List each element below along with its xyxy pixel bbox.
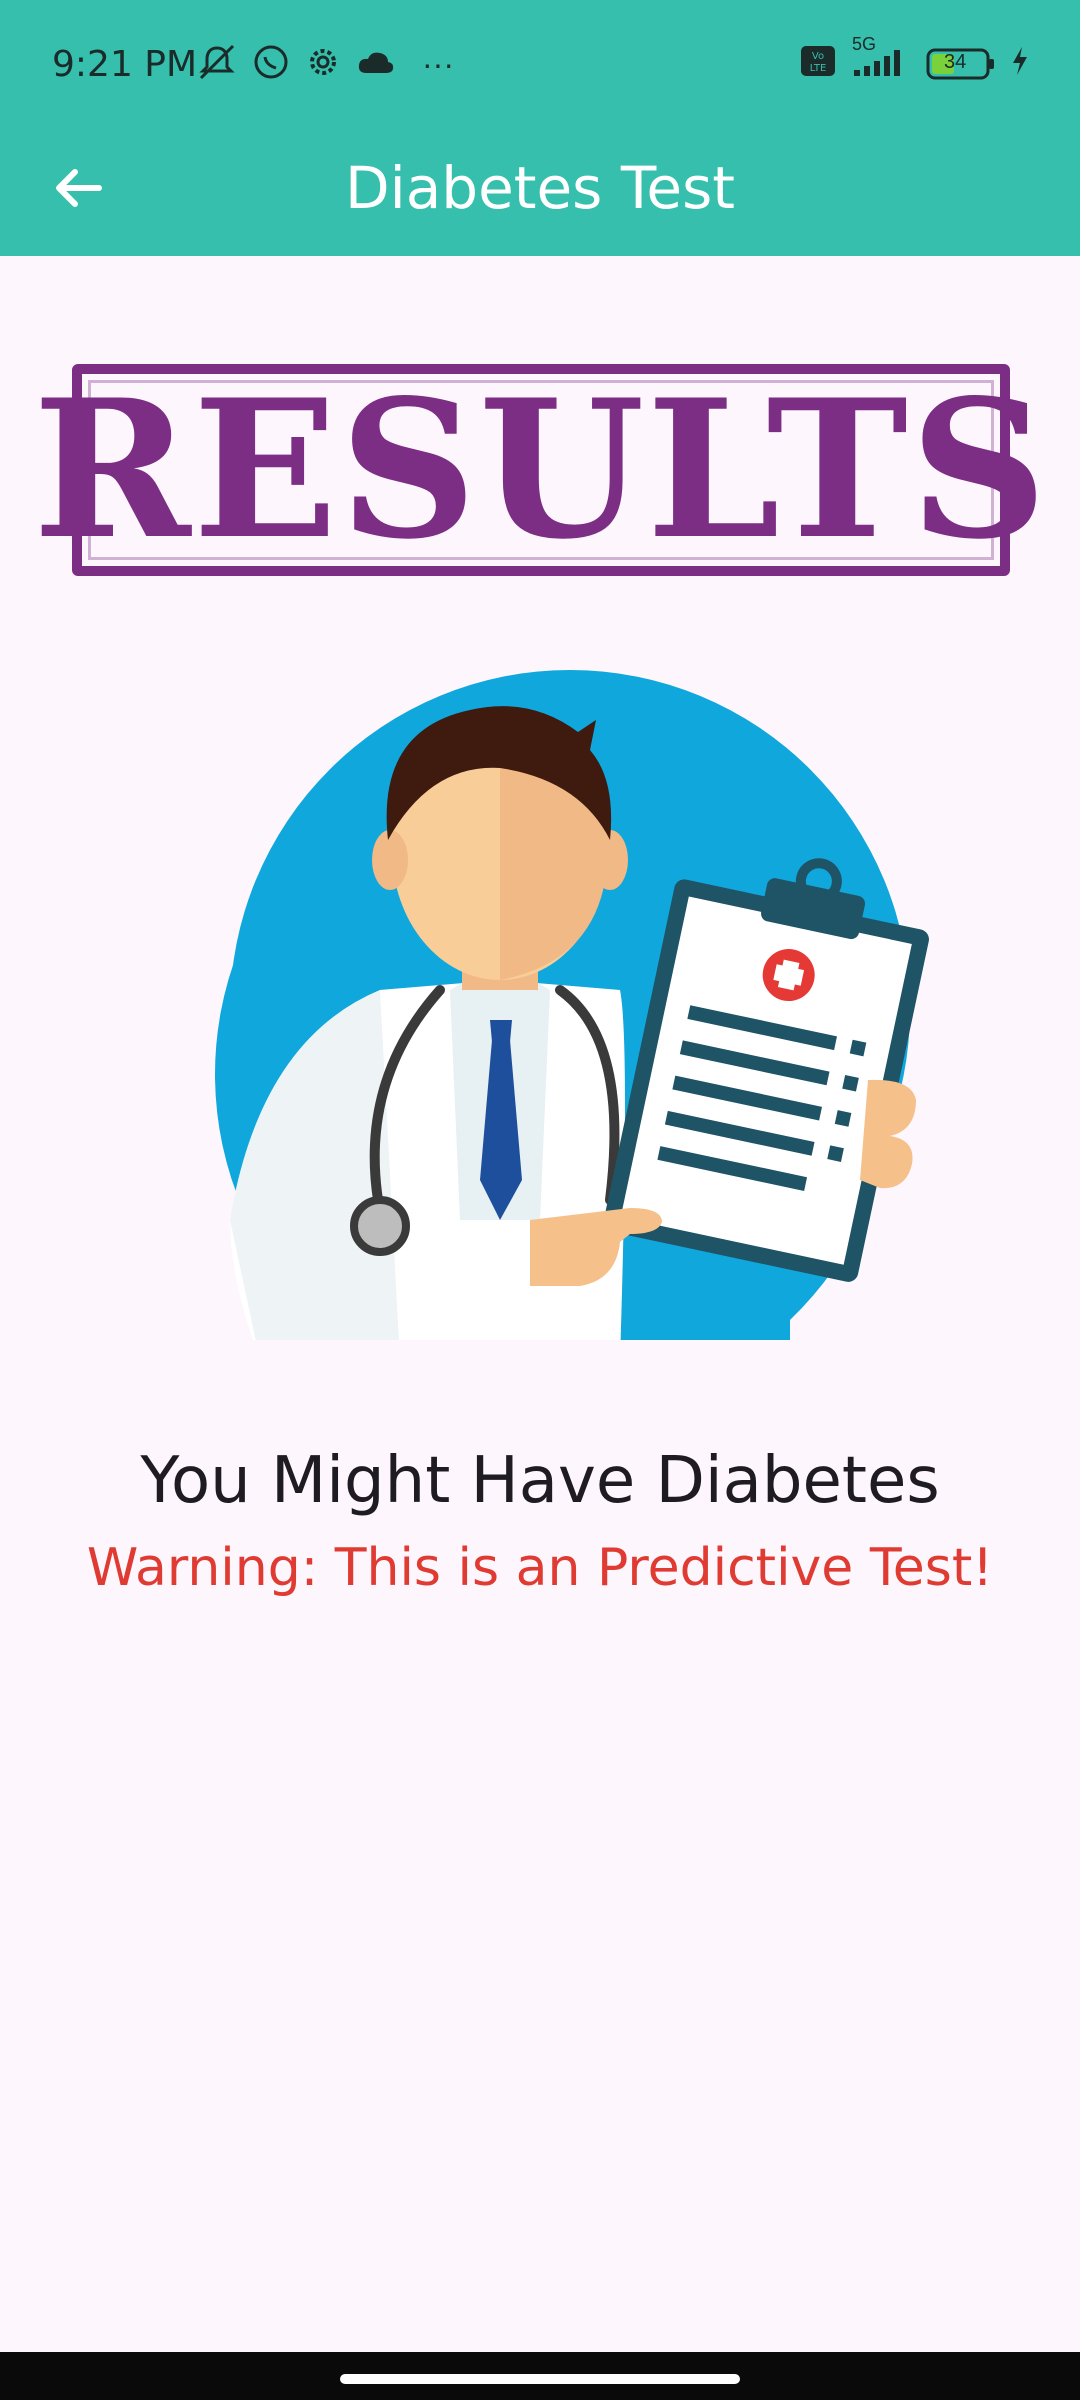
settings-gear-icon — [304, 43, 342, 86]
battery-icon: 34 — [926, 47, 996, 81]
home-gesture-handle[interactable] — [340, 2374, 740, 2384]
status-icons-left: ··· — [196, 42, 454, 87]
whatsapp-icon — [252, 43, 290, 86]
mute-icon — [196, 42, 238, 87]
svg-text:LTE: LTE — [810, 63, 827, 74]
navigation-bar — [0, 2352, 1080, 2400]
status-bar: 9:21 PM ··· Vo LTE 5G 34 — [0, 0, 1080, 130]
doctor-illustration — [200, 670, 940, 1360]
more-dots-icon: ··· — [422, 46, 454, 82]
app-bar: Diabetes Test — [0, 130, 1080, 256]
results-banner-text: RESULTS — [32, 358, 1050, 581]
charging-icon — [1010, 45, 1030, 82]
warning-text: Warning: This is an Predictive Test! — [86, 1538, 994, 1598]
results-banner: RESULTS — [33, 364, 1047, 576]
status-icons-right: Vo LTE 5G 34 — [800, 34, 1030, 83]
network-type-label: 5G — [852, 34, 877, 54]
battery-level: 34 — [944, 50, 967, 73]
cloud-icon — [356, 47, 396, 82]
status-time: 9:21 PM — [52, 44, 198, 85]
result-title: You Might Have Diabetes — [140, 1444, 940, 1518]
signal-icon: 5G — [850, 34, 912, 83]
page-title: Diabetes Test — [344, 154, 736, 222]
svg-text:Vo: Vo — [812, 51, 824, 62]
volte-icon: Vo LTE — [800, 45, 836, 82]
